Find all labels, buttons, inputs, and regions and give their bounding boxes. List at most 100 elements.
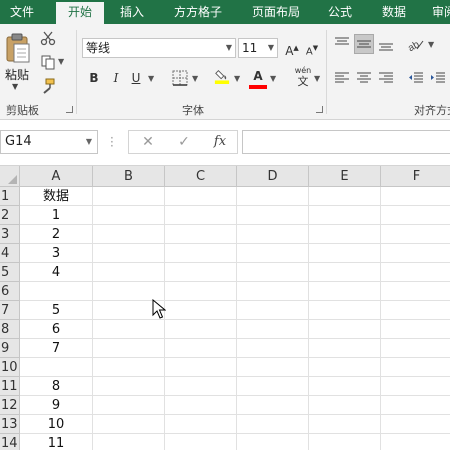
cell-c7[interactable]	[165, 301, 237, 320]
cell-a7[interactable]: 5	[20, 301, 93, 320]
cell-a13[interactable]: 10	[20, 415, 93, 434]
cell-a8[interactable]: 6	[20, 320, 93, 339]
fill-color-icon[interactable]	[214, 68, 230, 84]
font-color-dropdown-icon[interactable]: ▼	[270, 74, 276, 83]
cell-c1[interactable]	[165, 187, 237, 206]
cell-a2[interactable]: 1	[20, 206, 93, 225]
cell-f6[interactable]	[381, 282, 450, 301]
cell-a3[interactable]: 2	[20, 225, 93, 244]
cell-d10[interactable]	[237, 358, 309, 377]
cell-c11[interactable]	[165, 377, 237, 396]
tab-fangfang-gezi[interactable]: 方方格子	[168, 0, 228, 24]
row-header[interactable]: 3	[0, 225, 20, 244]
cell-e6[interactable]	[309, 282, 381, 301]
cut-icon[interactable]	[40, 30, 56, 46]
fill-color-dropdown-icon[interactable]: ▼	[234, 74, 240, 83]
cell-c10[interactable]	[165, 358, 237, 377]
cell-d13[interactable]	[237, 415, 309, 434]
underline-icon[interactable]: U	[126, 68, 146, 88]
cell-a9[interactable]: 7	[20, 339, 93, 358]
cell-f8[interactable]	[381, 320, 450, 339]
cell-c12[interactable]	[165, 396, 237, 415]
decrease-font-size-icon[interactable]: A▼	[302, 38, 322, 58]
cell-d5[interactable]	[237, 263, 309, 282]
cell-e4[interactable]	[309, 244, 381, 263]
underline-dropdown-icon[interactable]: ▼	[148, 74, 154, 83]
cell-f9[interactable]	[381, 339, 450, 358]
cell-f7[interactable]	[381, 301, 450, 320]
cell-b5[interactable]	[93, 263, 165, 282]
row-header[interactable]: 5	[0, 263, 20, 282]
column-header-b[interactable]: B	[93, 166, 165, 187]
row-header[interactable]: 11	[0, 377, 20, 396]
cell-a14[interactable]: 11	[20, 434, 93, 450]
cell-c3[interactable]	[165, 225, 237, 244]
cell-b3[interactable]	[93, 225, 165, 244]
cell-a4[interactable]: 3	[20, 244, 93, 263]
cell-d11[interactable]	[237, 377, 309, 396]
cell-d2[interactable]	[237, 206, 309, 225]
font-launcher-icon[interactable]	[316, 106, 323, 113]
cell-c8[interactable]	[165, 320, 237, 339]
cell-b7[interactable]	[93, 301, 165, 320]
cell-a1[interactable]: 数据	[20, 187, 93, 206]
font-size-select[interactable]: 11 ▼	[238, 38, 278, 58]
tab-file[interactable]: 文件	[0, 0, 44, 24]
paste-dropdown-icon[interactable]: ▼	[12, 82, 18, 91]
cell-b6[interactable]	[93, 282, 165, 301]
increase-indent-icon[interactable]	[430, 70, 446, 86]
cell-e3[interactable]	[309, 225, 381, 244]
tab-formulas[interactable]: 公式	[318, 0, 362, 24]
tab-data[interactable]: 数据	[372, 0, 416, 24]
cell-e9[interactable]	[309, 339, 381, 358]
decrease-indent-icon[interactable]	[408, 70, 424, 86]
align-middle-button[interactable]	[354, 34, 374, 54]
cell-e11[interactable]	[309, 377, 381, 396]
column-header-a[interactable]: A	[20, 166, 93, 187]
cell-c5[interactable]	[165, 263, 237, 282]
cell-f3[interactable]	[381, 225, 450, 244]
row-header[interactable]: 10	[0, 358, 20, 377]
align-bottom-icon[interactable]	[378, 36, 394, 52]
tab-home[interactable]: 开始	[56, 2, 104, 24]
cell-a10[interactable]	[20, 358, 93, 377]
select-all-button[interactable]	[0, 166, 20, 187]
orientation-dropdown-icon[interactable]: ▼	[428, 40, 434, 49]
cell-b14[interactable]	[93, 434, 165, 450]
column-header-c[interactable]: C	[165, 166, 237, 187]
column-header-e[interactable]: E	[309, 166, 381, 187]
align-right-icon[interactable]	[378, 70, 394, 86]
cell-d9[interactable]	[237, 339, 309, 358]
row-header[interactable]: 6	[0, 282, 20, 301]
cell-d4[interactable]	[237, 244, 309, 263]
cell-f1[interactable]	[381, 187, 450, 206]
insert-function-button[interactable]: fx	[205, 131, 235, 153]
italic-icon[interactable]: I	[106, 68, 126, 88]
cell-b12[interactable]	[93, 396, 165, 415]
cell-f13[interactable]	[381, 415, 450, 434]
cell-c13[interactable]	[165, 415, 237, 434]
cell-e2[interactable]	[309, 206, 381, 225]
row-header[interactable]: 12	[0, 396, 20, 415]
cell-b8[interactable]	[93, 320, 165, 339]
enter-icon[interactable]: ✓	[169, 131, 199, 153]
format-painter-icon[interactable]	[40, 78, 56, 94]
cancel-icon[interactable]: ✕	[133, 131, 163, 153]
cell-c6[interactable]	[165, 282, 237, 301]
row-header[interactable]: 13	[0, 415, 20, 434]
cell-b11[interactable]	[93, 377, 165, 396]
resize-handle-icon[interactable]: · · ·	[110, 132, 114, 152]
paste-button[interactable]	[4, 32, 32, 64]
row-header[interactable]: 9	[0, 339, 20, 358]
cell-c4[interactable]	[165, 244, 237, 263]
cell-c9[interactable]	[165, 339, 237, 358]
cell-e13[interactable]	[309, 415, 381, 434]
cell-e1[interactable]	[309, 187, 381, 206]
cell-d6[interactable]	[237, 282, 309, 301]
bold-icon[interactable]: B	[84, 68, 104, 88]
cell-d14[interactable]	[237, 434, 309, 450]
orientation-icon[interactable]: ab	[408, 36, 424, 52]
cell-a11[interactable]: 8	[20, 377, 93, 396]
cell-f2[interactable]	[381, 206, 450, 225]
cell-d8[interactable]	[237, 320, 309, 339]
